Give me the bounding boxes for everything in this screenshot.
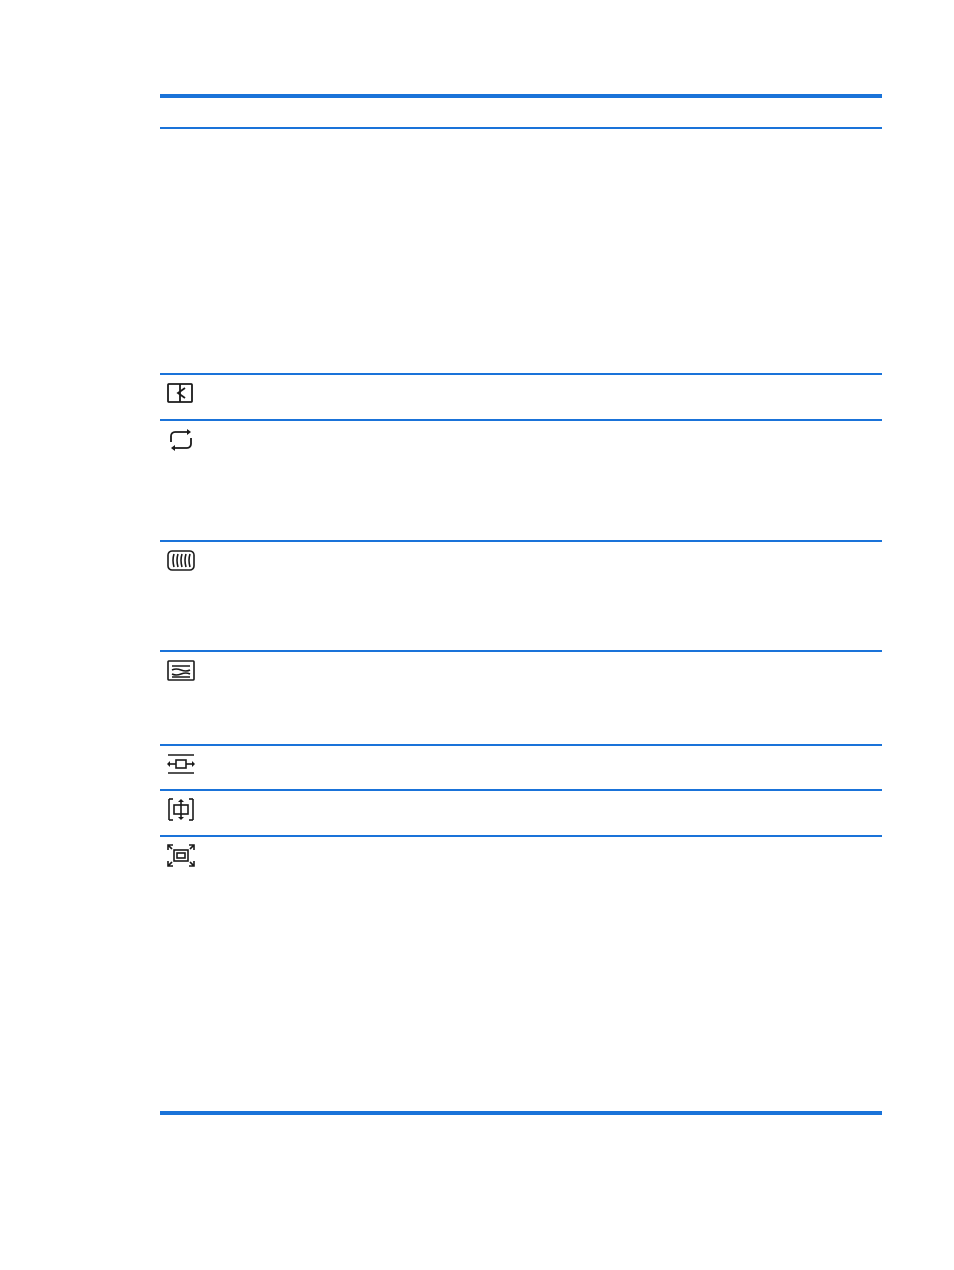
clock-icon (165, 547, 197, 575)
row-divider (160, 540, 882, 542)
custom-scaling-icon (165, 842, 197, 870)
row-divider (160, 835, 882, 837)
table-top-border (160, 94, 882, 98)
row-divider (160, 744, 882, 746)
row-divider (160, 650, 882, 652)
auto-adjustment-icon (165, 380, 197, 408)
row-divider (160, 419, 882, 421)
clock-phase-icon (165, 657, 197, 685)
reset-cycle-icon (165, 426, 197, 454)
row-divider (160, 789, 882, 791)
horizontal-position-icon (165, 751, 197, 779)
vertical-position-icon (165, 796, 197, 824)
table-header-divider (160, 127, 882, 129)
row-divider (160, 373, 882, 375)
table-bottom-border (160, 1111, 882, 1115)
